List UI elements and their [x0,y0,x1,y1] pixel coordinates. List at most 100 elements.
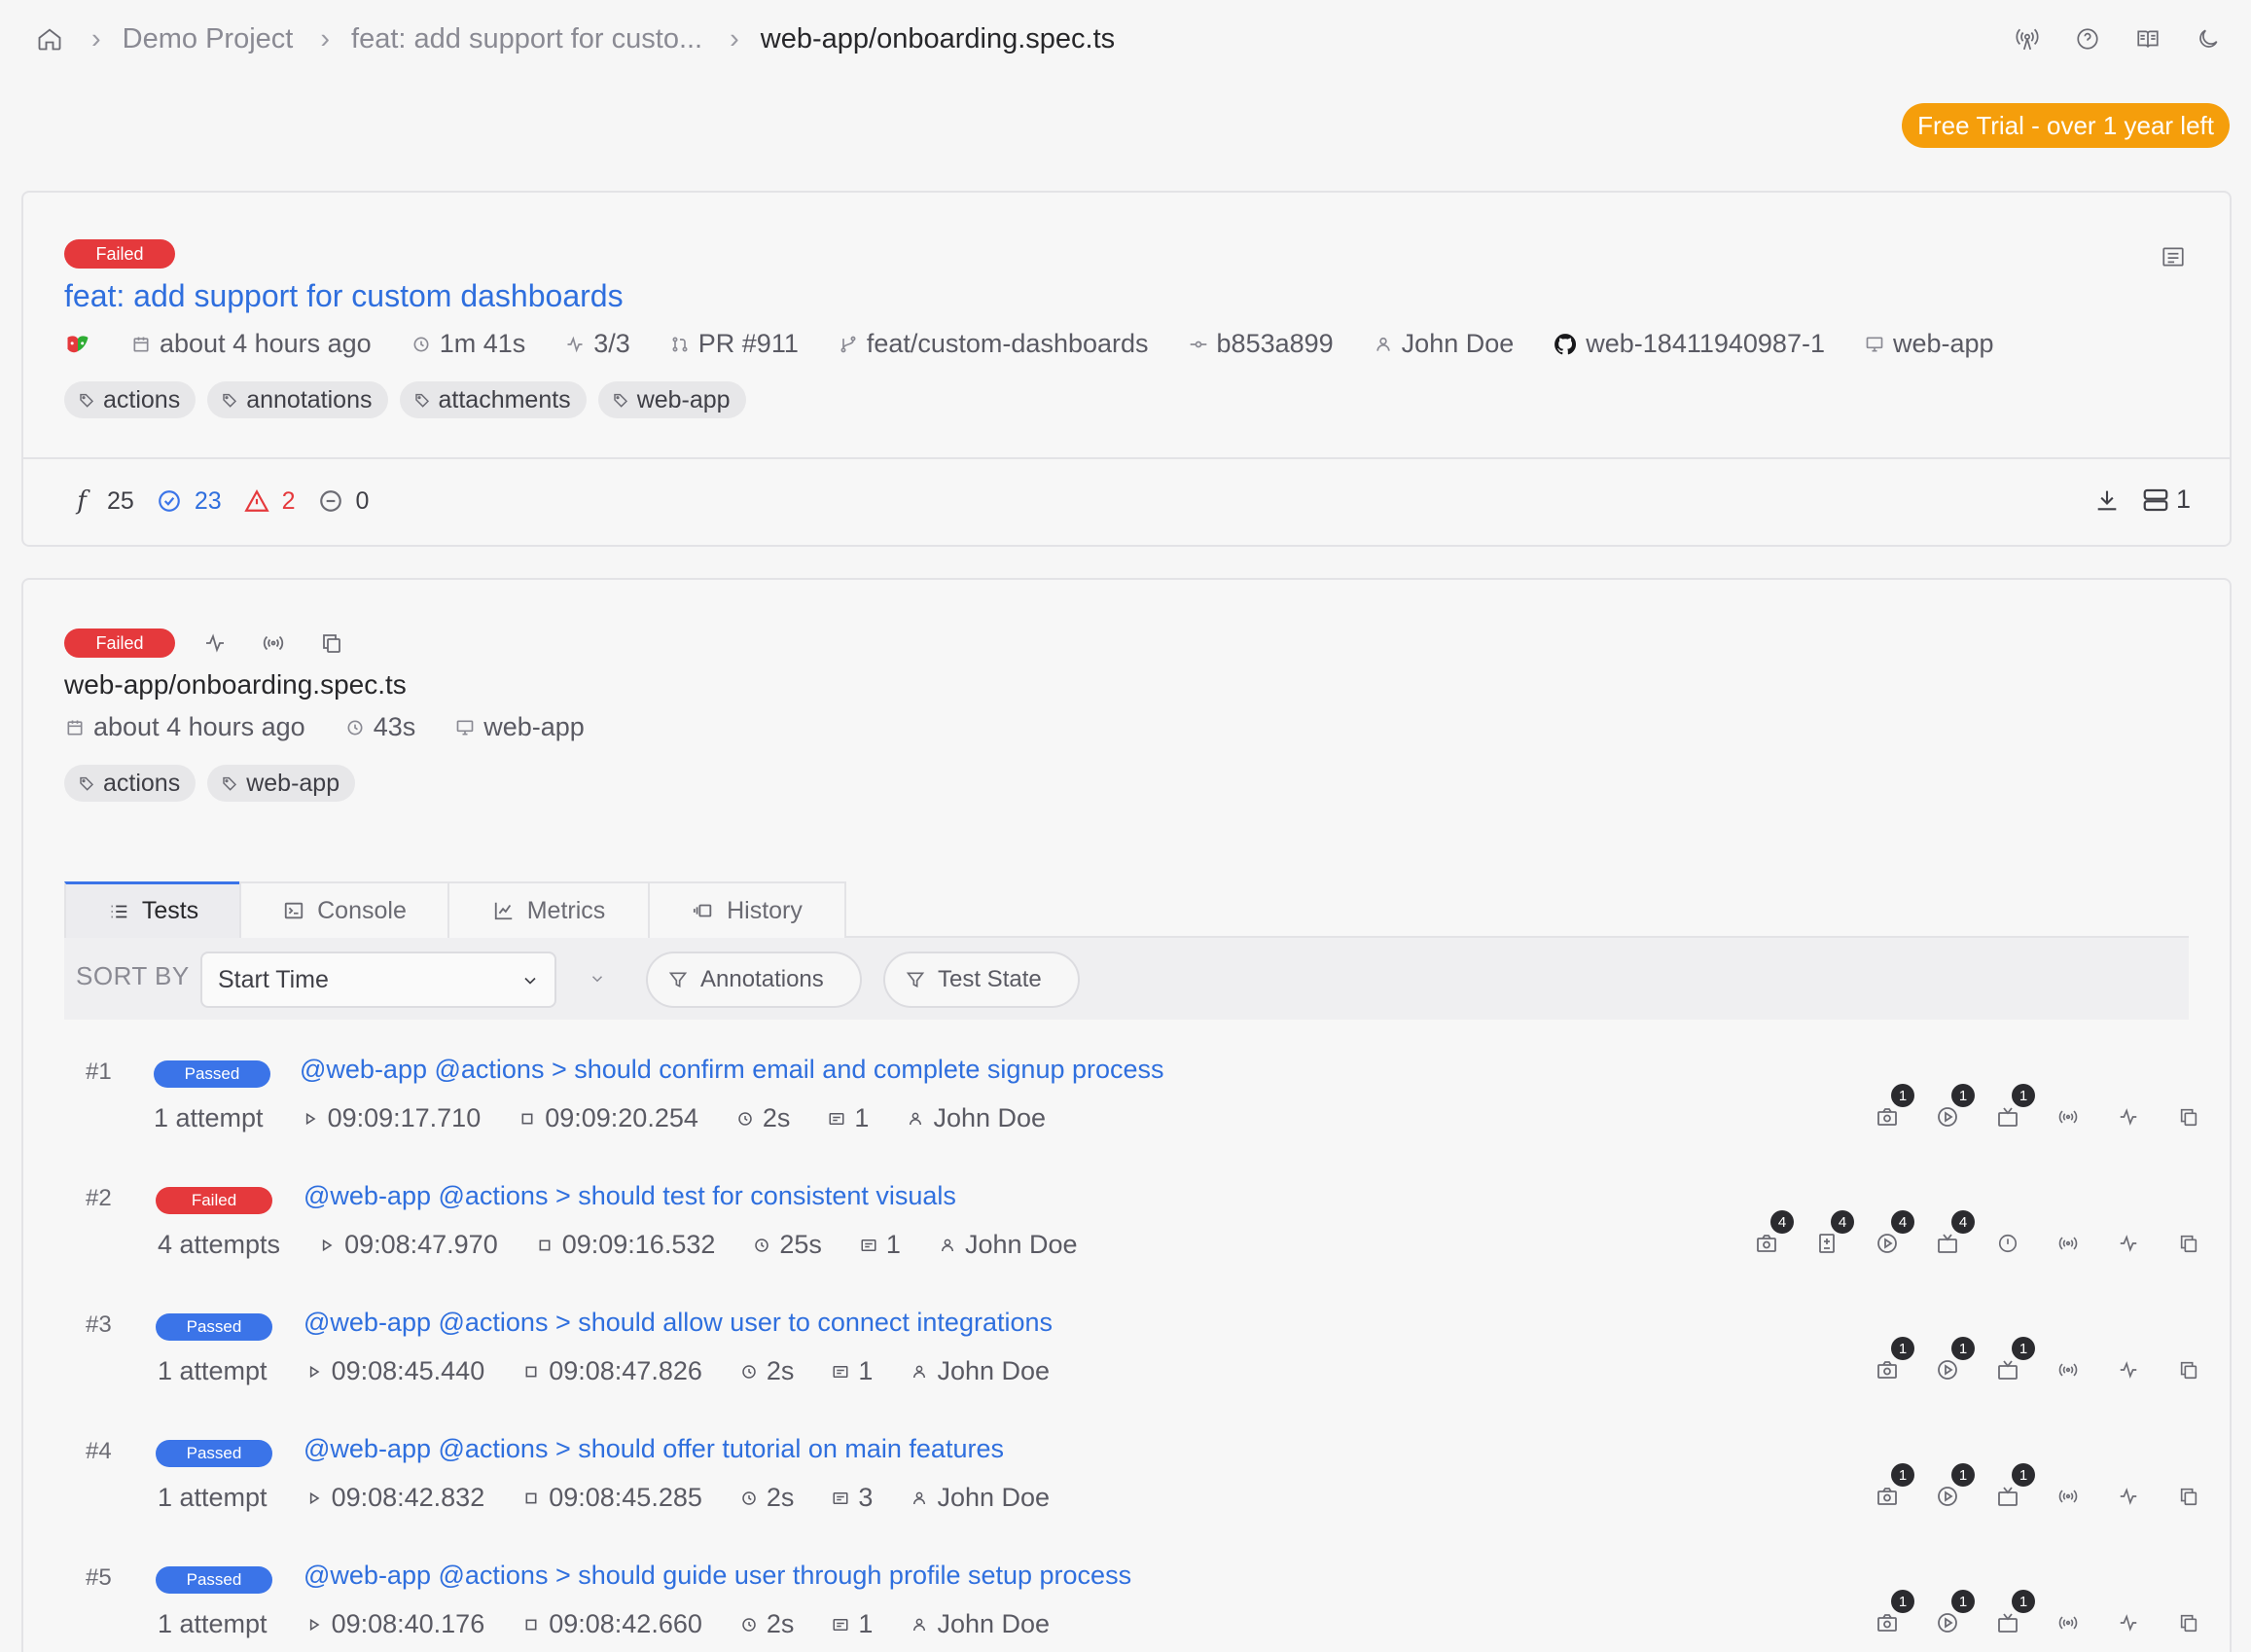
test-row[interactable]: #1 Passed @web-app @actions > should con… [23,1053,2232,1179]
copy-icon[interactable] [317,628,346,658]
broadcast-icon[interactable] [2012,21,2043,56]
tag[interactable]: attachments [399,381,587,418]
trace-attachment[interactable]: 4 [1934,1210,1975,1261]
download-icon[interactable] [2092,485,2122,515]
diff-attachment[interactable]: 4 [1813,1210,1854,1261]
copy-icon [2175,1230,2202,1257]
test-logs: 1 [885,1230,901,1259]
play-icon [304,1615,324,1634]
screenshot-attachment[interactable]: 1 [1874,1084,1914,1134]
top-nav: › Demo Project › feat: add support for c… [0,0,2251,78]
trace-attachment[interactable]: 1 [1994,1084,2035,1134]
run-summary-card: Failed feat: add support for custom dash… [21,191,2232,547]
signal-icon[interactable] [259,628,288,658]
dark-mode-icon[interactable] [2193,21,2224,56]
tab-history[interactable]: History [648,881,846,938]
error-button[interactable] [1994,1230,2025,1261]
run-ci-build[interactable]: web-18411940987-1 [1586,329,1825,359]
tag[interactable]: web-app [597,381,746,418]
tab-tests[interactable]: Tests [64,881,241,938]
test-row[interactable]: #2 Failed @web-app @actions > should tes… [23,1179,2232,1306]
tag[interactable]: actions [64,381,197,418]
signal-button[interactable] [2054,1103,2086,1134]
activity-icon[interactable] [200,628,230,658]
video-attachment[interactable]: 1 [1934,1590,1975,1640]
help-icon[interactable] [2072,21,2103,56]
breadcrumb-run[interactable]: feat: add support for custo... [351,23,702,55]
signal-button[interactable] [2054,1483,2086,1514]
signal-button[interactable] [2054,1356,2086,1387]
breadcrumb-project[interactable]: Demo Project [123,23,294,55]
copy-button[interactable] [2175,1356,2206,1387]
activity-button[interactable] [2115,1103,2146,1134]
test-start: 09:08:42.832 [331,1483,485,1512]
video-attachment[interactable]: 1 [1934,1463,1975,1514]
test-state-filter[interactable]: Test State [883,952,1080,1008]
filter-icon [905,969,926,990]
signal-button[interactable] [2054,1230,2086,1261]
signal-button[interactable] [2054,1609,2086,1640]
spec-meta: about 4 hours ago 43s web-app [64,712,624,742]
activity-button[interactable] [2115,1356,2146,1387]
activity-button[interactable] [2115,1483,2146,1514]
trace-attachment[interactable]: 1 [1994,1337,2035,1387]
activity-button[interactable] [2115,1230,2146,1261]
screenshot-attachment[interactable]: 1 [1874,1590,1914,1640]
test-end: 09:09:16.532 [561,1230,716,1259]
video-attachment[interactable]: 1 [1934,1337,1975,1387]
run-pr-link[interactable]: PR #911 [698,329,799,359]
test-name[interactable]: @web-app @actions > should allow user to… [304,1308,1053,1338]
home-icon[interactable] [35,24,64,54]
test-attempts: 1 attempt [158,1609,268,1638]
attachment-count: 1 [1951,1590,1975,1613]
stat-passed[interactable]: 23 [195,487,222,516]
screenshot-attachment[interactable]: 1 [1874,1337,1914,1387]
github-icon [1553,332,1578,357]
trace-attachment[interactable]: 1 [1994,1463,2035,1514]
sort-direction-icon[interactable] [588,969,607,988]
copy-button[interactable] [2175,1609,2206,1640]
tag[interactable]: actions [64,765,197,802]
stat-skipped[interactable]: 0 [356,487,370,516]
notes-icon[interactable] [2158,241,2189,272]
tab-metrics[interactable]: Metrics [447,881,650,938]
screenshot-attachment[interactable]: 4 [1753,1210,1794,1261]
copy-button[interactable] [2175,1483,2206,1514]
run-commit[interactable]: b853a899 [1217,329,1334,359]
attachment-count: 1 [1951,1084,1975,1107]
run-branch[interactable]: feat/custom-dashboards [867,329,1149,359]
tag[interactable]: annotations [207,381,388,418]
sort-select[interactable]: Start Time [200,952,556,1008]
test-name[interactable]: @web-app @actions > should offer tutoria… [304,1434,1004,1464]
chevron-down-icon [519,970,541,991]
play-circle-icon [1934,1356,1961,1383]
machines-count[interactable]: 1 [2141,485,2191,515]
tab-label: Tests [141,897,199,924]
tag[interactable]: web-app [207,765,356,802]
test-duration: 2s [762,1103,791,1132]
run-title[interactable]: feat: add support for custom dashboards [64,278,624,314]
calendar-icon [64,717,86,738]
stat-failed[interactable]: 2 [282,487,296,516]
video-attachment[interactable]: 1 [1934,1084,1975,1134]
copy-button[interactable] [2175,1103,2206,1134]
spec-status-badge: Failed [64,628,175,658]
trace-attachment[interactable]: 1 [1994,1590,2035,1640]
free-trial-badge[interactable]: Free Trial - over 1 year left [1902,103,2230,148]
run-actions: 1 [2092,485,2191,515]
docs-icon[interactable] [2132,21,2163,56]
test-row[interactable]: #4 Passed @web-app @actions > should off… [23,1432,2232,1559]
annotations-filter[interactable]: Annotations [646,952,862,1008]
screenshot-attachment[interactable]: 1 [1874,1463,1914,1514]
activity-button[interactable] [2115,1609,2146,1640]
video-attachment[interactable]: 4 [1874,1210,1914,1261]
camera-icon [1874,1103,1901,1131]
test-name[interactable]: @web-app @actions > should test for cons… [304,1181,956,1211]
test-name[interactable]: @web-app @actions > should confirm email… [300,1055,1164,1085]
copy-button[interactable] [2175,1230,2206,1261]
stop-icon [521,1362,541,1382]
test-row[interactable]: #3 Passed @web-app @actions > should all… [23,1306,2232,1432]
test-name[interactable]: @web-app @actions > should guide user th… [304,1561,1131,1591]
test-row[interactable]: #5 Passed @web-app @actions > should gui… [23,1559,2232,1652]
tab-console[interactable]: Console [239,881,449,938]
